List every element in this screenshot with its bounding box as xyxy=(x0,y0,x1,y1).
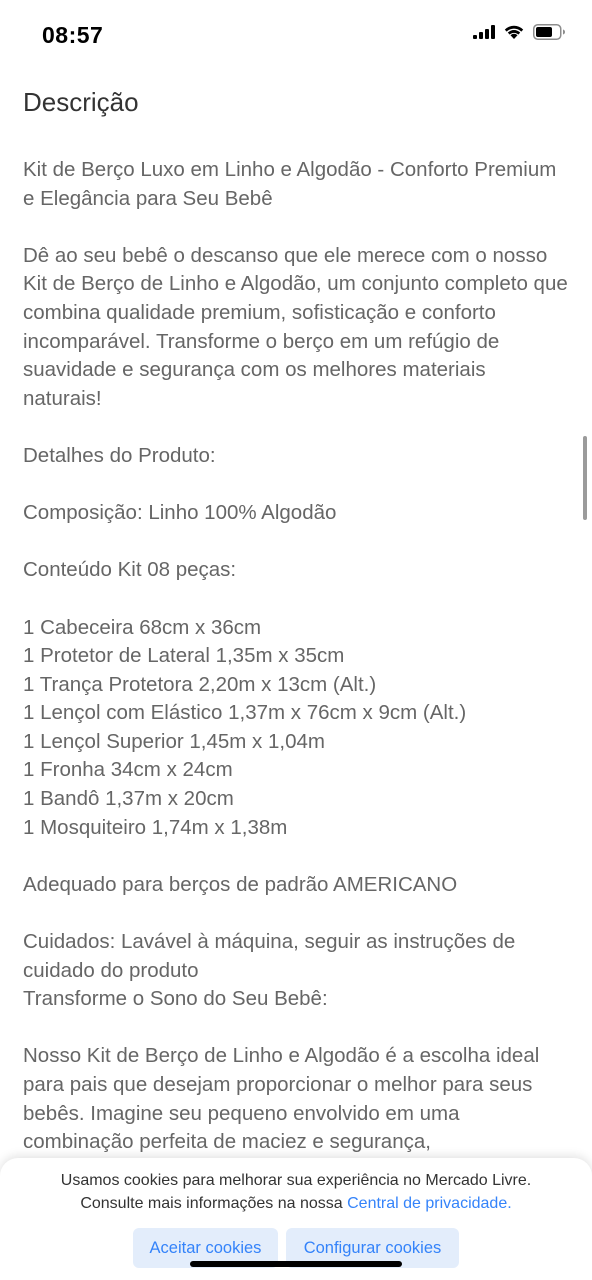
privacy-center-link[interactable]: Central de privacidade. xyxy=(347,1195,512,1212)
battery-icon xyxy=(533,24,566,40)
wifi-icon xyxy=(503,24,525,40)
cookie-message-line2: Consulte mais informações na nossa xyxy=(80,1194,348,1212)
scrollbar[interactable] xyxy=(583,436,587,520)
status-bar: 08:57 xyxy=(0,0,592,70)
product-description: Kit de Berço Luxo em Linho e Algodão - C… xyxy=(23,158,568,1154)
cookie-message-line1: Usamos cookies para melhorar sua experiê… xyxy=(60,1172,532,1189)
section-title: Descrição xyxy=(23,87,139,117)
status-icons xyxy=(473,24,566,40)
description-section: Descrição Kit de Berço Luxo em Linho e A… xyxy=(23,84,568,1157)
cellular-signal-icon xyxy=(473,25,495,39)
cookie-message: Usamos cookies para melhorar sua experiê… xyxy=(0,1170,592,1215)
home-indicator[interactable] xyxy=(190,1261,402,1267)
status-time: 08:57 xyxy=(42,22,104,48)
